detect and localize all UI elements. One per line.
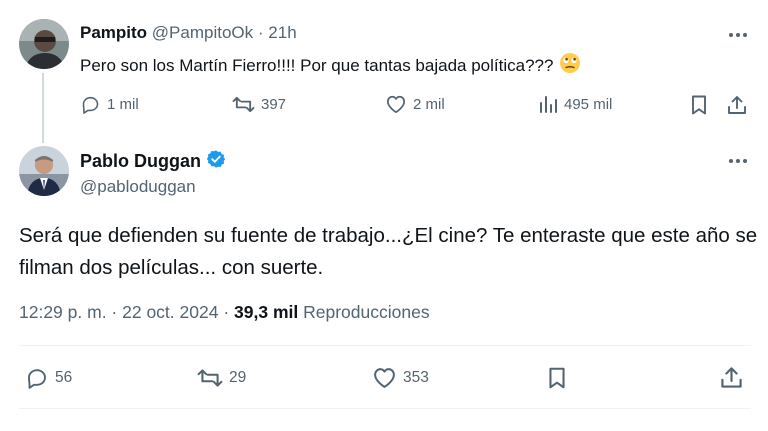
share-icon [719, 365, 744, 390]
reply-icon [25, 366, 49, 390]
repost-icon [197, 366, 223, 390]
bookmark-icon [546, 366, 568, 390]
reply-repost-count: 397 [261, 96, 287, 113]
reply-bookmark-button[interactable] [689, 94, 709, 116]
reply-time-ago[interactable]: 21h [268, 23, 296, 42]
main-tweet-meta: 12:29 p. m. · 22 oct. 2024 · 39,3 mil Re… [19, 302, 430, 323]
rolling-eyes-emoji-icon [559, 52, 581, 79]
main-likes-count: 353 [403, 368, 429, 386]
duggan-avatar[interactable] [19, 146, 69, 196]
reply-author-handle[interactable]: @PampitoOk [152, 23, 253, 42]
repost-icon [232, 94, 255, 115]
main-share-button[interactable] [719, 365, 744, 390]
thread-line [42, 73, 44, 143]
bookmark-icon [689, 94, 709, 116]
main-replies-count: 56 [55, 369, 73, 386]
reply-tweet-header: Pampito @PampitoOk · 21h [80, 23, 297, 43]
reply-more-icon[interactable] [727, 25, 749, 45]
main-repost-count: 29 [229, 369, 247, 386]
divider-top [19, 345, 751, 346]
main-tweet-author-row: Pablo Duggan [80, 149, 226, 174]
main-tweet-text: Será que defienden su fuente de trabajo.… [19, 224, 758, 279]
pampito-avatar[interactable] [19, 19, 69, 69]
main-tweet-time[interactable]: 12:29 p. m. [19, 302, 107, 322]
reply-time-separator: · [257, 23, 264, 42]
verified-badge-icon[interactable] [206, 149, 226, 174]
meta-separator: · [106, 302, 123, 322]
reply-author-name[interactable]: Pampito [80, 23, 147, 42]
main-bookmark-button[interactable] [546, 366, 568, 390]
reply-views-button[interactable]: 495 mil [538, 94, 612, 114]
main-author-handle[interactable]: @pabloduggan [80, 177, 196, 197]
like-icon [385, 94, 407, 114]
reply-likes-count: 2 mil [413, 95, 445, 113]
main-replies-button[interactable]: 56 [25, 366, 72, 390]
like-icon [372, 366, 397, 389]
main-repost-button[interactable]: 29 [197, 366, 246, 390]
reply-like-button[interactable]: 2 mil [385, 94, 445, 114]
main-tweet-date[interactable]: 22 oct. 2024 [122, 302, 218, 322]
reply-replies-count: 1 mil [107, 96, 139, 113]
reply-tweet-text: Pero son los Martín Fierro!!!! Por que t… [80, 52, 581, 79]
reply-share-button[interactable] [726, 94, 748, 116]
views-icon [538, 94, 558, 114]
main-more-icon[interactable] [727, 151, 749, 171]
share-icon [726, 94, 748, 116]
reply-icon [80, 94, 101, 115]
main-author-name[interactable]: Pablo Duggan [80, 151, 201, 172]
reply-replies-button[interactable]: 1 mil [80, 94, 139, 115]
reply-tweet-body: Pero son los Martín Fierro!!!! Por que t… [80, 55, 554, 75]
reply-views-count: 495 mil [564, 95, 613, 113]
meta-separator: · [218, 302, 235, 322]
divider-bottom [19, 408, 751, 409]
reply-repost-button[interactable]: 397 [232, 94, 286, 115]
main-views-count: 39,3 mil [234, 302, 299, 322]
main-views-label[interactable]: Reproducciones [303, 302, 429, 322]
main-like-button[interactable]: 353 [372, 366, 429, 389]
